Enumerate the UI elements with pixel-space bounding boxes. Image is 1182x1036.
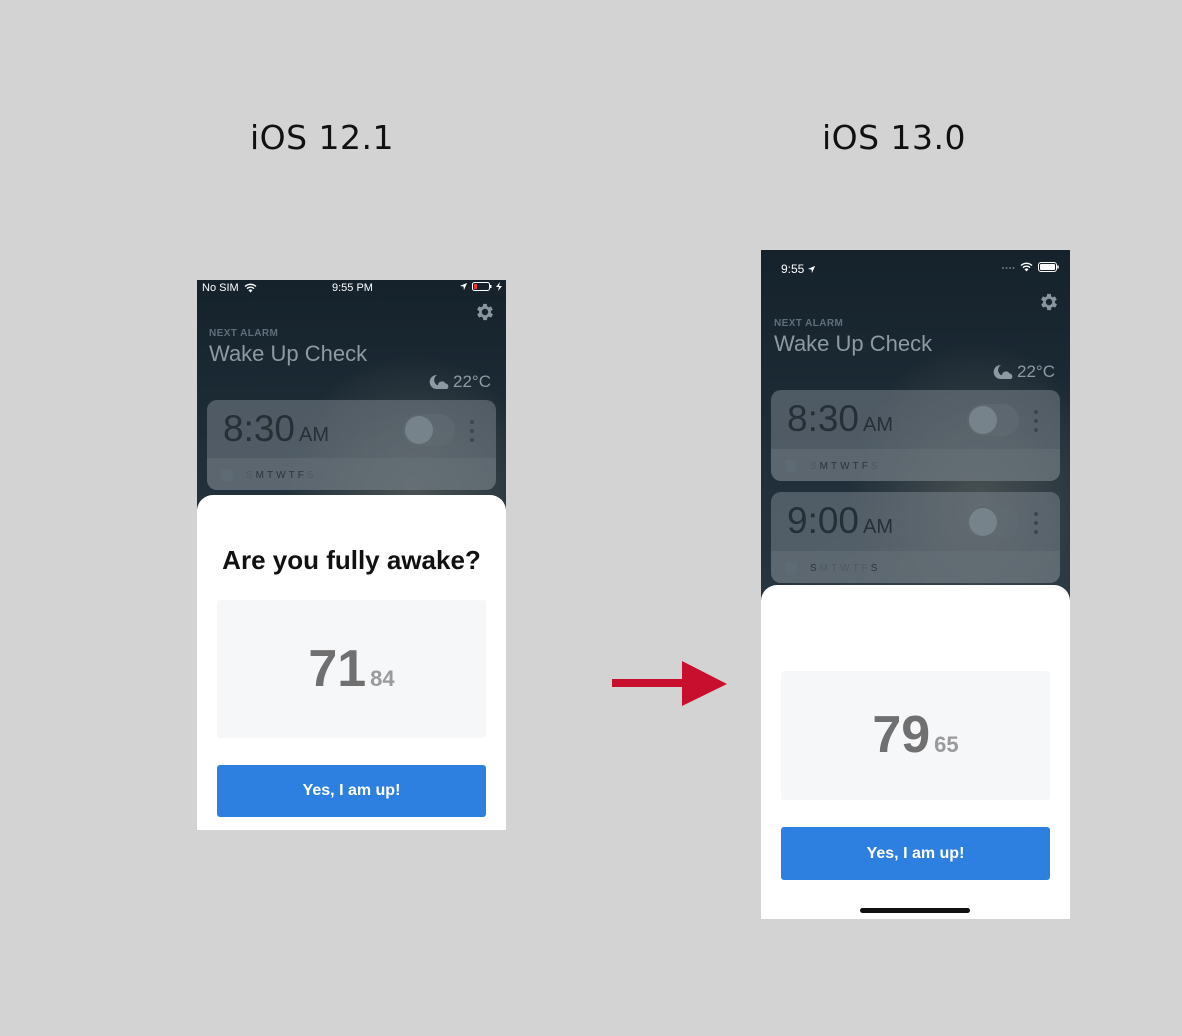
alarm-ampm: AM [299,424,330,446]
confirm-awake-button[interactable]: Yes, I am up! [217,765,486,817]
weather-temperature: 22°C [1017,362,1055,381]
moon-cloud-icon [993,364,1013,379]
moon-cloud-icon [429,374,449,389]
location-arrow-icon [808,265,816,273]
charging-icon [496,282,502,291]
alarm-time: 8:30 AM [223,408,330,449]
clock-text: 9:55 [781,262,805,276]
ios-13-label: iOS 13.0 [821,118,967,157]
home-indicator[interactable] [860,908,970,913]
wifi-icon [244,283,257,293]
alarm-time: 8:30 AM [787,398,894,439]
right-arrow-icon [612,661,727,706]
wifi-icon [1020,262,1033,272]
next-alarm-label: NEXT ALARM [209,328,279,339]
weather-display: 22°C [991,362,1055,382]
alarm-toggle[interactable] [403,414,455,446]
ios-12-label: iOS 12.1 [249,118,395,157]
shield-icon [785,562,797,575]
cellular-icon [1002,267,1015,269]
more-vertical-icon[interactable] [1033,410,1039,437]
location-arrow-icon [459,282,468,291]
alarm-days: S M T W T F S [785,562,877,575]
alarm-name: Wake Up Check [209,341,368,366]
shield-icon [785,460,797,473]
wake-check-sheet: Are you fully awake? 71 84 Yes, I am up! [197,495,506,830]
gear-icon[interactable] [1038,291,1060,313]
alarm-ampm: AM [863,516,894,538]
carrier-text: No SIM [202,282,239,294]
battery-icon [1038,262,1059,272]
decoy-number: 65 [934,732,959,757]
alarm-name: Wake Up Check [774,331,933,356]
weather-display: 22°C [427,372,491,392]
confirm-awake-button[interactable]: Yes, I am up! [781,827,1050,880]
clock-text: 9:55 PM [332,282,373,294]
alarm-card[interactable]: 8:30 AM S M T W T F S [771,390,1060,481]
alarm-days: S M T W T F S [221,469,313,482]
alarm-toggle[interactable] [967,506,1019,538]
target-number: 79 [872,706,931,764]
wake-check-sheet: 79 65 Yes, I am up! [761,585,1070,919]
more-vertical-icon[interactable] [469,420,475,447]
alarm-card[interactable]: 9:00 AM S M T W T F S [771,492,1060,583]
number-display: 71 84 [217,600,486,738]
ios-12-phone-screen: No SIM 9:55 PM NEXT ALARM Wake Up Check … [197,280,506,830]
next-alarm-label: NEXT ALARM [774,318,844,329]
question-heading: Are you fully awake? [222,545,481,575]
status-bar: 9:55 [761,262,1070,278]
alarm-toggle[interactable] [967,404,1019,436]
weather-temperature: 22°C [453,372,491,391]
ios-13-phone-screen: 9:55 NEXT ALARM Wake Up Check 22°C 8:30 A… [761,250,1070,919]
number-display: 79 65 [781,671,1050,800]
shield-icon [221,469,233,482]
alarm-ampm: AM [863,414,894,436]
more-vertical-icon[interactable] [1033,512,1039,539]
target-number: 71 [308,640,367,698]
alarm-card[interactable]: 8:30 AM S M T W T F S [207,400,496,490]
alarm-time: 9:00 AM [787,500,894,541]
status-bar: No SIM 9:55 PM [197,282,506,296]
gear-icon[interactable] [474,301,496,323]
battery-icon [472,282,492,291]
alarm-days: S M T W T F S [785,460,877,473]
decoy-number: 84 [370,666,395,691]
